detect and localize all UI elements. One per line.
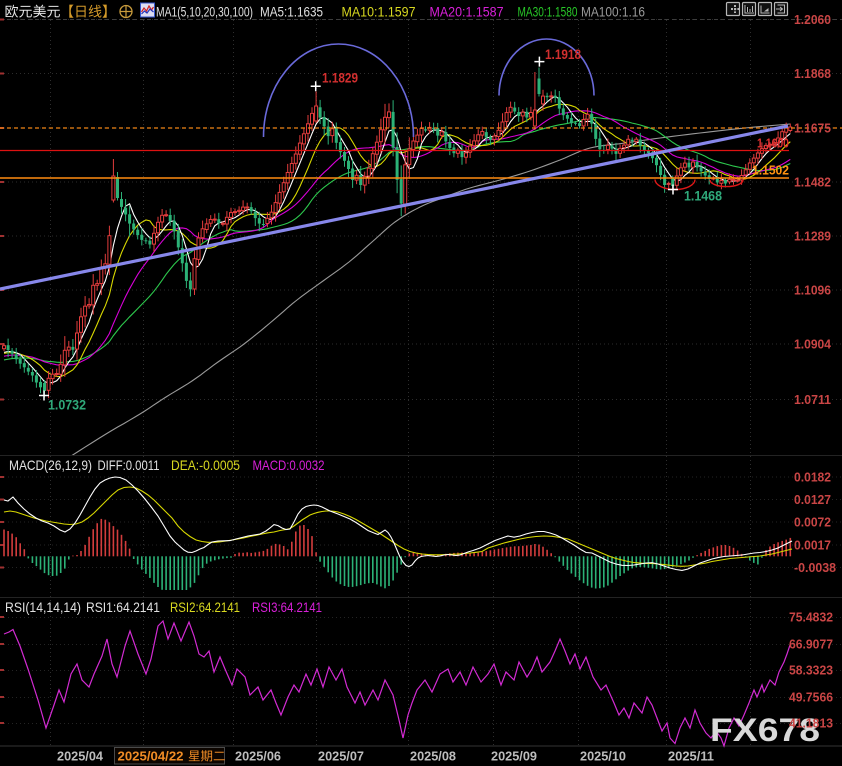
svg-text:1.1502: 1.1502	[752, 163, 789, 178]
svg-text:MA1(5,10,20,30,100): MA1(5,10,20,30,100)	[156, 4, 253, 20]
svg-text:RSI2:64.2141: RSI2:64.2141	[170, 599, 240, 615]
svg-text:DIFF:0.0011: DIFF:0.0011	[98, 457, 160, 473]
svg-text:1.1868: 1.1868	[794, 66, 831, 81]
svg-text:0.0182: 0.0182	[794, 470, 831, 485]
svg-text:0.0127: 0.0127	[794, 492, 831, 507]
svg-text:2025/04: 2025/04	[57, 749, 104, 764]
svg-text:MACD:0.0032: MACD:0.0032	[253, 457, 325, 473]
svg-text:2025/07: 2025/07	[318, 749, 364, 764]
svg-text:2025/04/22: 2025/04/22	[118, 749, 184, 764]
svg-text:49.7566: 49.7566	[789, 690, 833, 705]
svg-text:58.3323: 58.3323	[789, 663, 833, 678]
svg-text:MA10:1.1597: MA10:1.1597	[342, 4, 416, 20]
svg-text:2025/06: 2025/06	[235, 749, 281, 764]
svg-text:1.1675: 1.1675	[794, 121, 831, 136]
svg-text:2025/11: 2025/11	[668, 749, 714, 764]
svg-text:1.0732: 1.0732	[48, 398, 86, 413]
svg-text:75.4832: 75.4832	[789, 610, 833, 625]
svg-text:1.1468: 1.1468	[684, 189, 722, 204]
svg-text:1.1482: 1.1482	[794, 175, 831, 190]
svg-text:RSI3:64.2141: RSI3:64.2141	[252, 599, 322, 615]
svg-text:0.0017: 0.0017	[794, 538, 831, 553]
svg-text:MA30:1.1580: MA30:1.1580	[518, 4, 578, 20]
svg-text:1.1096: 1.1096	[794, 283, 831, 298]
svg-text:1.2060: 1.2060	[794, 12, 831, 27]
svg-text:1.1600: 1.1600	[757, 136, 789, 151]
svg-text:RSI(14,14,14): RSI(14,14,14)	[5, 599, 81, 615]
svg-text:2025/10: 2025/10	[580, 749, 626, 764]
svg-text:DEA:-0.0005: DEA:-0.0005	[171, 457, 240, 473]
svg-text:66.9077: 66.9077	[789, 637, 833, 652]
svg-text:-0.0038: -0.0038	[794, 560, 836, 575]
svg-text:1.0904: 1.0904	[794, 337, 832, 352]
svg-text:MA100:1.16: MA100:1.16	[581, 4, 645, 20]
svg-text:MACD(26,12,9): MACD(26,12,9)	[9, 457, 92, 473]
svg-text:0.0072: 0.0072	[794, 515, 831, 530]
svg-text:1.1289: 1.1289	[794, 229, 831, 244]
svg-text:1.1918: 1.1918	[545, 47, 581, 62]
svg-text:MA5:1.1635: MA5:1.1635	[260, 4, 323, 20]
svg-text:1.1829: 1.1829	[322, 71, 358, 86]
svg-text:MA20:1.1587: MA20:1.1587	[430, 4, 504, 20]
svg-text:2025/08: 2025/08	[410, 749, 456, 764]
svg-text:41.1813: 41.1813	[789, 716, 833, 731]
svg-text:1.0711: 1.0711	[794, 392, 831, 407]
svg-text:2025/09: 2025/09	[491, 749, 537, 764]
svg-text:RSI1:64.2141: RSI1:64.2141	[86, 599, 160, 615]
